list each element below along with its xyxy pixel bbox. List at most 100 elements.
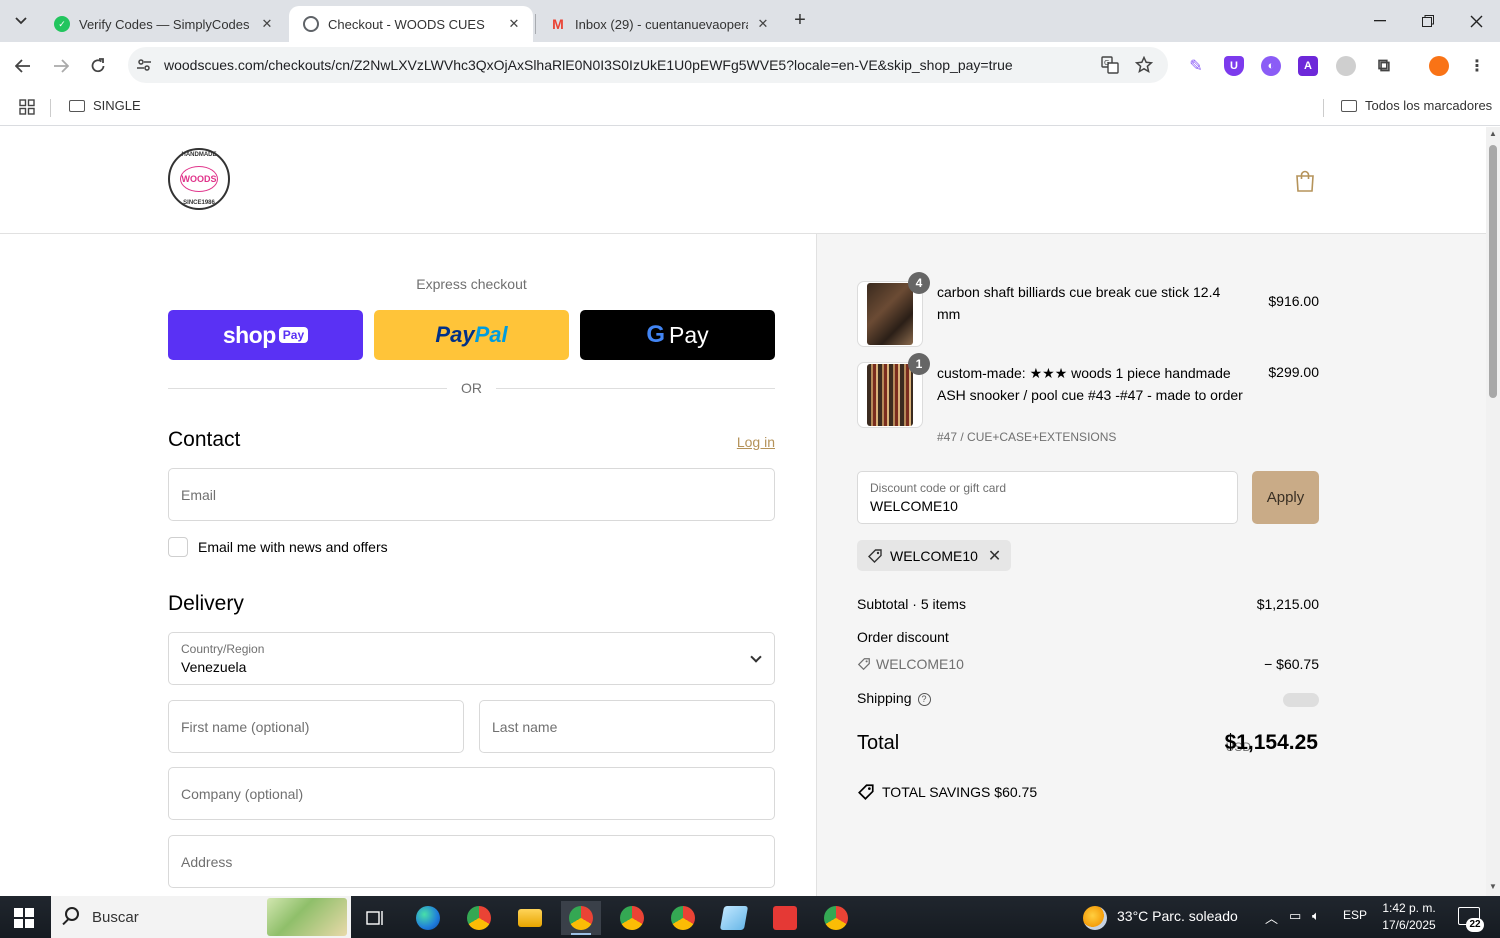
newsletter-option[interactable]: Email me with news and offers (168, 537, 388, 557)
close-icon (1470, 15, 1482, 27)
all-bookmarks-folder[interactable]: Todos los marcadores (1341, 98, 1492, 113)
subtotal-label: Subtotal · 5 items (857, 596, 966, 612)
windows-taskbar: Buscar 33°C Parc. soleado ︿ ▭ 🔈︎ ESP 1:4… (0, 896, 1500, 938)
input-language[interactable]: ESP (1343, 908, 1367, 922)
weather-icon[interactable] (1078, 901, 1112, 935)
tab-gmail[interactable]: M Inbox (29) - cuentanuevaoperac ✕ (536, 6, 782, 42)
discount-code-input[interactable]: Discount code or gift card WELCOME10 (857, 471, 1238, 524)
shop-pay-badge: Pay (278, 327, 309, 343)
globe-favicon-icon (303, 16, 319, 32)
shipping-label: Shipping (857, 690, 912, 706)
taskbar-search[interactable]: Buscar (51, 896, 351, 938)
scroll-down-icon[interactable]: ▼ (1489, 883, 1497, 891)
google-pay-wordmark: Pay (669, 321, 709, 348)
shop-pay-wordmark: shop (222, 321, 276, 348)
close-tab-icon[interactable]: ✕ (505, 16, 523, 32)
site-info-icon[interactable] (136, 57, 152, 73)
translate-icon[interactable]: G (1100, 56, 1120, 76)
product-variant: #47 / CUE+CASE+EXTENSIONS (937, 430, 1117, 444)
new-tab-button[interactable]: + (788, 9, 812, 33)
savings-tag-icon (858, 784, 874, 800)
address-field[interactable]: Address (168, 835, 775, 888)
close-tab-icon[interactable]: ✕ (258, 16, 276, 32)
contact-heading: Contact (168, 428, 241, 451)
tab-label: Inbox (29) - cuentanuevaoperac (575, 16, 748, 32)
taskbar-clock[interactable]: 1:42 p. m. 17/6/2025 (1372, 900, 1446, 934)
page-scrollbar[interactable]: ▲ ▼ (1486, 127, 1500, 896)
email-placeholder: Email (181, 487, 217, 503)
chrome-icon[interactable] (459, 901, 499, 935)
volume-icon[interactable]: 🔈︎ (1312, 908, 1320, 924)
close-tab-icon[interactable]: ✕ (754, 16, 772, 32)
tab-checkout[interactable]: Checkout - WOODS CUES ✕ (289, 6, 533, 42)
notes-app-icon[interactable] (714, 901, 754, 935)
delivery-heading: Delivery (168, 592, 244, 615)
product-thumbnail: 4 (857, 272, 930, 347)
forward-button[interactable] (49, 54, 73, 78)
applied-code: WELCOME10 (890, 547, 978, 564)
shopping-bag-icon[interactable] (1295, 170, 1315, 192)
simplycodes-favicon-icon: ✓ (54, 16, 70, 32)
restore-button[interactable] (1413, 8, 1443, 34)
applied-discount-chip: WELCOME10 ✕ (857, 540, 1012, 571)
search-highlight-image (267, 898, 347, 936)
reload-button[interactable] (86, 54, 110, 78)
scrollbar-thumb[interactable] (1489, 145, 1497, 398)
first-name-field[interactable]: First name (optional) (168, 700, 464, 753)
email-field[interactable]: Email (168, 468, 775, 521)
network-icon[interactable]: ▭ (1289, 908, 1301, 924)
or-text: OR (461, 380, 482, 396)
puzzle-extensions-icon[interactable]: ⧉ (1374, 56, 1394, 76)
chrome-profile-icon[interactable] (612, 901, 652, 935)
edge-browser-icon[interactable] (408, 901, 448, 935)
log-in-link[interactable]: Log in (700, 434, 775, 450)
paypal-button[interactable]: Pay Pal (374, 310, 569, 360)
apps-grid-icon[interactable] (19, 99, 35, 115)
task-view-icon[interactable] (356, 901, 396, 935)
order-discount-code-row: WELCOME10 − $60.75 (857, 656, 1319, 672)
kebab-menu-icon[interactable]: ⋮ (1467, 56, 1487, 76)
chrome-profile-icon[interactable] (663, 901, 703, 935)
scroll-up-icon[interactable]: ▲ (1489, 130, 1497, 138)
close-window-button[interactable] (1461, 8, 1491, 34)
tab-simplycodes[interactable]: ✓ Verify Codes — SimplyCodes ✕ (40, 6, 286, 42)
url-text[interactable]: woodscues.com/checkouts/cn/Z2NwLXVzLWVhc… (164, 57, 1013, 73)
bookmark-star-icon[interactable] (1134, 55, 1154, 76)
google-pay-button[interactable]: G Pay (580, 310, 775, 360)
checkout-form: Express checkout shop Pay Pay Pal G Pay O… (0, 234, 816, 896)
minimize-button[interactable] (1365, 8, 1395, 34)
windows-start-icon[interactable] (14, 908, 34, 928)
company-field[interactable]: Company (optional) (168, 767, 775, 820)
subtotal-value: $1,215.00 (1256, 596, 1319, 612)
arrow-right-icon (54, 59, 69, 73)
circle-extension-icon[interactable]: ◐ (1261, 56, 1281, 76)
svg-text:G: G (1104, 59, 1109, 67)
address-bar[interactable]: woodscues.com/checkouts/cn/Z2NwLXVzLWVhc… (128, 47, 1168, 83)
bookmark-separator (50, 99, 51, 117)
last-name-field[interactable]: Last name (479, 700, 775, 753)
help-circle-icon[interactable]: ? (917, 692, 931, 706)
chrome-profile-icon[interactable] (816, 901, 856, 935)
remove-discount-icon[interactable]: ✕ (988, 546, 1001, 566)
shop-pay-button[interactable]: shop Pay (168, 310, 363, 360)
chevron-up-icon[interactable]: ︿ (1265, 908, 1278, 927)
paypal-wordmark-b: Pal (474, 322, 508, 347)
bookmark-folder-single[interactable]: SINGLE (69, 98, 141, 113)
letter-a-extension-icon[interactable]: A (1298, 56, 1318, 76)
cue-set-image (867, 364, 913, 426)
anydesk-icon[interactable] (765, 901, 805, 935)
apply-discount-button[interactable]: Apply (1252, 471, 1319, 524)
country-select[interactable]: Country/Region Venezuela (168, 632, 775, 685)
file-explorer-icon[interactable] (510, 901, 550, 935)
grey-extension-icon[interactable] (1336, 56, 1356, 76)
weather-text[interactable]: 33°C Parc. soleado (1117, 908, 1238, 924)
chrome-profile-active-icon[interactable] (561, 901, 601, 935)
tab-search-button[interactable] (8, 8, 34, 34)
pen-extension-icon[interactable]: ✎ (1186, 56, 1206, 76)
woods-logo[interactable]: HANDMADE WOODS SINCE1986 (168, 148, 230, 210)
profile-avatar-icon[interactable] (1429, 56, 1449, 76)
newsletter-checkbox[interactable] (168, 537, 188, 557)
order-discount-label: Order discount (857, 629, 949, 645)
back-button[interactable] (11, 54, 35, 78)
shield-extension-icon[interactable]: U (1224, 56, 1244, 76)
